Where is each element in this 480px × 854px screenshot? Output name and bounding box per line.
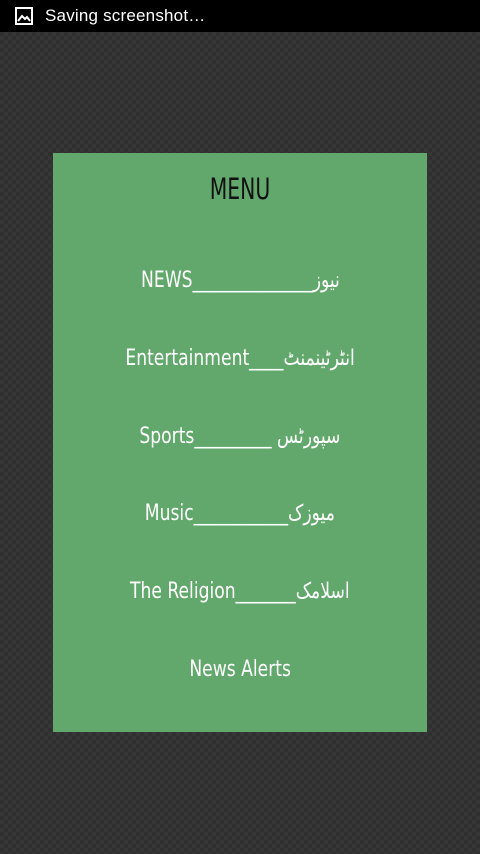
menu-item-religion[interactable]: The Religion_______اسلامک [0,577,480,607]
menu-item-entertainment-separator: ____ [249,346,284,371]
menu-item-news-english: NEWS [140,268,193,293]
menu-item-religion-urdu: اسلامک [295,579,350,604]
menu-item-music-english: Music [144,501,194,526]
menu-item-entertainment-english: Entertainment [125,346,250,371]
menu-title: MENU [209,172,271,206]
menu-item-news[interactable]: NEWS______________نیوز [0,266,480,296]
menu-item-religion-separator: _______ [235,579,296,604]
menu-item-entertainment[interactable]: Entertainment____انٹرٹینمنٹ [0,344,480,374]
menu-item-religion-english: The Religion [130,579,236,604]
menu-item-music-urdu: میوزک [288,501,336,526]
menu-item-news-alerts[interactable]: News Alerts [0,655,480,685]
menu-item-news-urdu: نیوز [312,268,340,293]
menu-item-entertainment-urdu: انٹرٹینمنٹ [283,346,355,371]
status-text: Saving screenshot… [45,6,206,25]
menu-item-news-alerts-english: News Alerts [189,657,291,682]
menu-item-sports[interactable]: Sports_________ سپورٹس [0,422,480,452]
menu-item-sports-urdu: سپورٹس [277,424,341,449]
status-bar: Saving screenshot… [0,0,480,32]
menu-item-music-separator: ___________ [193,501,289,526]
menu-item-sports-separator: _________ [194,424,278,449]
image-icon [15,7,33,25]
menu-item-music[interactable]: Music___________میوزک [0,499,480,529]
menu-item-news-separator: ______________ [192,268,313,293]
menu-item-sports-english: Sports [139,424,195,449]
